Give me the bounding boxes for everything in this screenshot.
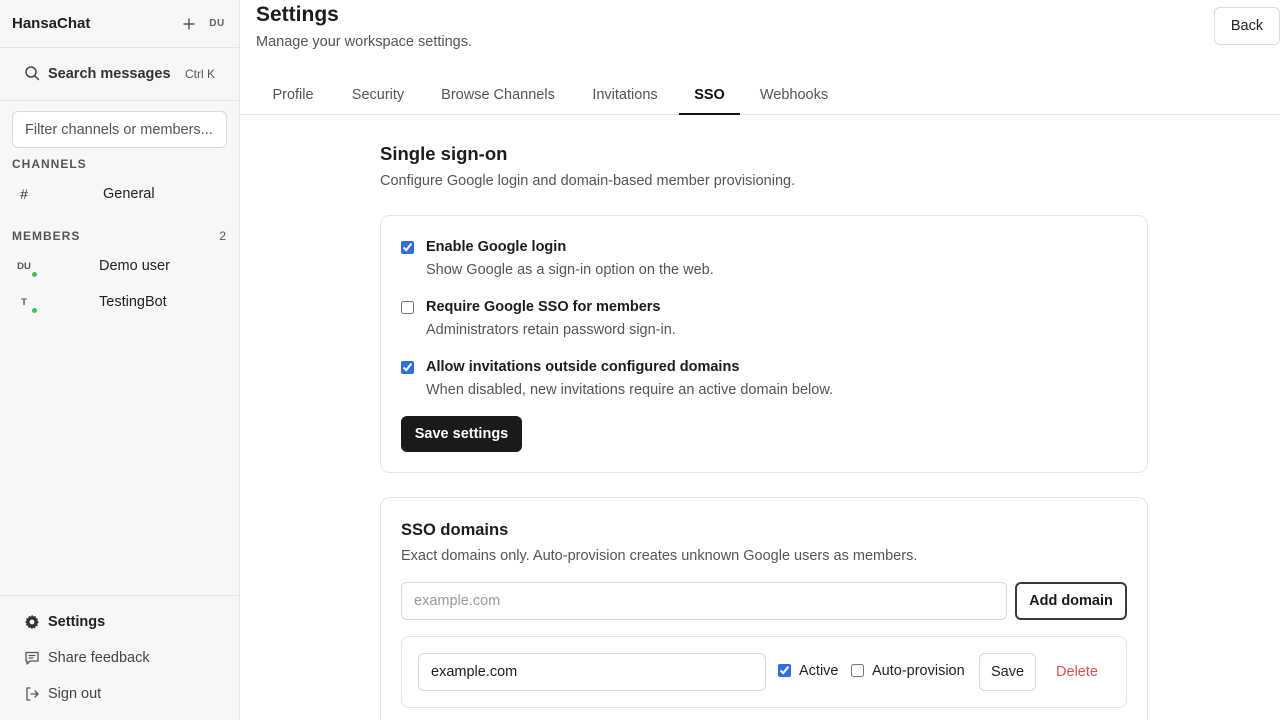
channel-name: General (103, 186, 155, 202)
tab-security[interactable]: Security (336, 76, 420, 114)
option-description: Administrators retain password sign-in. (426, 322, 676, 338)
domain-active-label: Active (799, 663, 839, 679)
option-label: Enable Google login (426, 239, 567, 255)
search-icon (24, 65, 40, 84)
channels-heading: CHANNELS (12, 157, 87, 171)
domain-field[interactable] (418, 653, 766, 691)
avatar-initials: DU (17, 260, 31, 272)
sidebar-header: HansaChat DU (0, 0, 239, 48)
sso-section-title: Single sign-on (380, 143, 508, 164)
share-feedback-link[interactable]: Share feedback (0, 640, 239, 676)
avatar: T (12, 292, 38, 314)
member-item-demo-user[interactable]: DU Demo user (12, 250, 228, 282)
option-label: Allow invitations outside configured dom… (426, 359, 740, 375)
domain-save-button[interactable]: Save (979, 653, 1036, 691)
online-indicator (31, 271, 38, 278)
workspace-name[interactable]: HansaChat (12, 15, 179, 32)
sso-domains-card: SSO domains Exact domains only. Auto-pro… (380, 497, 1148, 720)
tab-webhooks[interactable]: Webhooks (746, 76, 842, 114)
hash-icon: # (20, 186, 28, 202)
message-square-icon (24, 650, 40, 666)
settings-link[interactable]: Settings (0, 604, 239, 640)
tab-profile[interactable]: Profile (256, 76, 330, 114)
search-label: Search messages (48, 66, 171, 82)
option-description: When disabled, new invitations require a… (426, 382, 834, 398)
avatar: DU (12, 256, 38, 278)
sso-settings-card: Enable Google login Show Google as a sig… (380, 215, 1148, 473)
sso-section-subtitle: Configure Google login and domain-based … (380, 173, 796, 189)
domain-autoprovision-label: Auto-provision (872, 663, 965, 679)
add-domain-button[interactable]: Add domain (1015, 582, 1127, 620)
tab-sso[interactable]: SSO (679, 76, 740, 115)
tab-browse-channels[interactable]: Browse Channels (426, 76, 570, 114)
enable-google-login-checkbox[interactable] (401, 241, 414, 254)
option-label: Require Google SSO for members (426, 299, 661, 315)
domain-delete-button[interactable]: Delete (1046, 653, 1108, 691)
allow-invitations-checkbox[interactable] (401, 361, 414, 374)
page-title: Settings (256, 3, 339, 26)
sso-domains-title: SSO domains (401, 521, 509, 539)
new-domain-input[interactable] (401, 582, 1007, 620)
user-avatar[interactable]: DU (207, 18, 227, 29)
filter-input[interactable] (12, 111, 227, 148)
feedback-label: Share feedback (48, 650, 150, 666)
member-name: Demo user (99, 258, 170, 274)
member-name: TestingBot (99, 294, 167, 310)
page-subtitle: Manage your workspace settings. (256, 34, 472, 50)
members-count: 2 (219, 229, 226, 243)
members-heading: MEMBERS (12, 229, 81, 243)
sign-out-link[interactable]: Sign out (0, 676, 239, 712)
domain-autoprovision-checkbox[interactable] (851, 664, 864, 677)
back-button[interactable]: Back (1214, 7, 1280, 45)
sso-domains-subtitle: Exact domains only. Auto-provision creat… (401, 548, 918, 564)
settings-label: Settings (48, 614, 106, 630)
search-shortcut: Ctrl K (185, 67, 215, 81)
avatar-initials: T (21, 296, 27, 308)
settings-main: Settings Manage your workspace settings.… (240, 0, 1280, 720)
channel-item-general[interactable]: # General (12, 178, 228, 210)
plus-icon[interactable] (179, 14, 199, 34)
domain-row: Active Auto-provision Save Delete (401, 636, 1127, 708)
save-settings-button[interactable]: Save settings (401, 416, 522, 452)
signout-label: Sign out (48, 686, 102, 702)
search-messages-button[interactable]: Search messages Ctrl K (0, 48, 239, 101)
require-google-sso-checkbox[interactable] (401, 301, 414, 314)
gear-icon (24, 614, 40, 630)
log-out-icon (24, 686, 40, 702)
sidebar: HansaChat DU Search messages Ctrl K CHAN… (0, 0, 240, 720)
sidebar-footer: Settings Share feedback Sign out (0, 595, 239, 720)
option-description: Show Google as a sign-in option on the w… (426, 262, 714, 278)
member-item-testingbot[interactable]: T TestingBot (12, 286, 228, 318)
tab-invitations[interactable]: Invitations (576, 76, 674, 114)
domain-active-checkbox[interactable] (778, 664, 791, 677)
online-indicator (31, 307, 38, 314)
settings-tabs: Profile Security Browse Channels Invitat… (240, 76, 1280, 115)
